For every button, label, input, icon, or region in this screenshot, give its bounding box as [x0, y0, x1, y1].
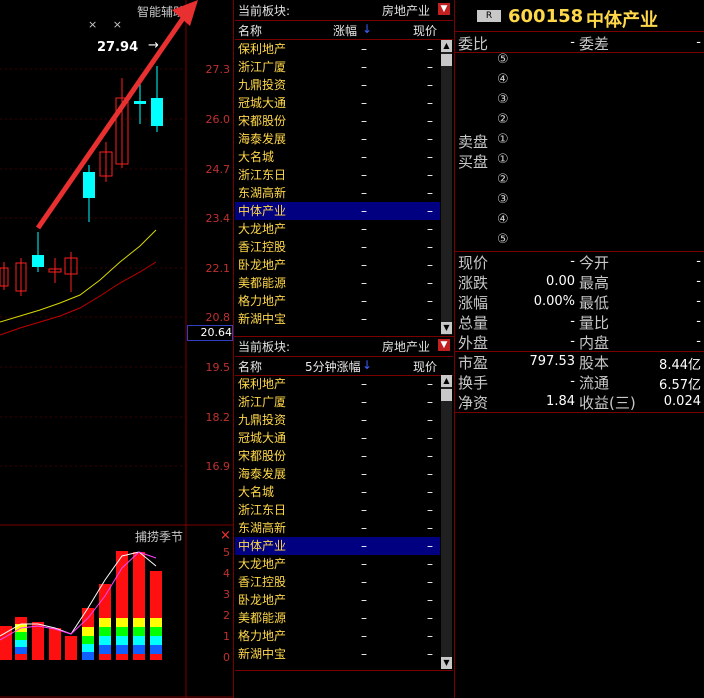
- scrollbar-track[interactable]: [441, 40, 452, 335]
- sort-desc-icon: ↓: [362, 22, 373, 36]
- scroll-down-icon[interactable]: ▼: [441, 657, 452, 669]
- list-item[interactable]: 格力地产 – –: [235, 627, 440, 645]
- sell-level: ①: [497, 132, 509, 147]
- candles: [0, 66, 163, 296]
- list-item[interactable]: 大名城 – –: [235, 148, 440, 166]
- sort-desc-icon: ↓: [362, 358, 373, 372]
- scroll-down-icon[interactable]: ▼: [441, 322, 452, 334]
- r-badge: R: [477, 10, 501, 22]
- list-item[interactable]: 卧龙地产 – –: [235, 256, 440, 274]
- sell-level: ⑤: [497, 52, 509, 67]
- list-item[interactable]: 浙江东日 – –: [235, 166, 440, 184]
- list-item[interactable]: 海泰发展 – –: [235, 130, 440, 148]
- grid-lines: [0, 68, 186, 467]
- list-item[interactable]: 东湖高新 – –: [235, 184, 440, 202]
- sector-name: 房地产业: [382, 340, 431, 354]
- list-item[interactable]: 大龙地产 – –: [235, 555, 440, 573]
- list-item[interactable]: 浙江广厦 – –: [235, 393, 440, 411]
- list-item[interactable]: 新湖中宝 – –: [235, 645, 440, 663]
- list-item-selected[interactable]: 中体产业 – –: [235, 202, 440, 220]
- quote-panel: R 600158 中体产业 委比 - 委差 - ⑤ ④ ③ ② ① 卖盘 买盘 …: [455, 0, 704, 698]
- list-item[interactable]: 海泰发展 – –: [235, 465, 440, 483]
- scroll-up-icon[interactable]: ▲: [441, 375, 452, 387]
- list-item[interactable]: 美都能源 – –: [235, 609, 440, 627]
- list-item[interactable]: 九鼎投资 – –: [235, 76, 440, 94]
- list-item[interactable]: 香江控股 – –: [235, 238, 440, 256]
- weibi-label: 委比: [458, 35, 489, 53]
- list-item[interactable]: 保利地产 – –: [235, 375, 440, 393]
- list-item[interactable]: 大龙地产 – –: [235, 220, 440, 238]
- scrollbar-thumb[interactable]: [441, 389, 452, 401]
- sector-list-bottom: 当前板块: 房地产业 ▼ 名称 5分钟涨幅 ↓ 现价 保利地产 – – 浙江广厦 – –…: [235, 337, 453, 698]
- list-item[interactable]: 保利地产 – –: [235, 40, 440, 58]
- sector-dropdown-icon[interactable]: ▼: [438, 339, 450, 351]
- list-item[interactable]: 香江控股 – –: [235, 573, 440, 591]
- list-item[interactable]: 九鼎投资 – –: [235, 411, 440, 429]
- buy-label: 买盘: [458, 153, 489, 171]
- list-item[interactable]: 宋都股份 – –: [235, 112, 440, 130]
- buy-level: ②: [497, 172, 509, 187]
- list-item[interactable]: 大名城 – –: [235, 483, 440, 501]
- col-change[interactable]: 涨幅: [333, 22, 357, 39]
- list-item[interactable]: 新湖中宝 – –: [235, 310, 440, 328]
- sector-head-label: 当前板块:: [238, 4, 291, 18]
- trend-arrow: [35, 0, 198, 230]
- sector-name: 房地产业: [382, 4, 431, 18]
- buy-level: ③: [497, 192, 509, 207]
- sell-level: ②: [497, 112, 509, 127]
- scrollbar-track[interactable]: [441, 375, 452, 669]
- buy-level: ⑤: [497, 232, 509, 247]
- list-item[interactable]: 卧龙地产 – –: [235, 591, 440, 609]
- sell-level: ③: [497, 92, 509, 107]
- kline-chart-panel[interactable]: 智能辅助 × × 27.94 → 27.3 26.0 24.7 23.4 22.…: [0, 0, 233, 698]
- stock-name: 中体产业: [586, 10, 658, 31]
- list-item[interactable]: 冠城大通 – –: [235, 429, 440, 447]
- sector-head-label: 当前板块:: [238, 340, 291, 354]
- list-item[interactable]: 美都能源 – –: [235, 274, 440, 292]
- buy-level: ①: [497, 152, 509, 167]
- list-item[interactable]: 冠城大通 – –: [235, 94, 440, 112]
- col-price[interactable]: 现价: [413, 358, 437, 375]
- list-item[interactable]: 东湖高新 – –: [235, 519, 440, 537]
- col-change[interactable]: 5分钟涨幅: [305, 358, 361, 375]
- list-item[interactable]: 浙江东日 – –: [235, 501, 440, 519]
- col-price[interactable]: 现价: [413, 22, 437, 39]
- stock-code: 600158: [508, 6, 584, 27]
- sector-list-top: 当前板块: 房地产业 ▼ 名称 涨幅 ↓ 现价 保利地产 – – 浙江广厦 – – 九鼎…: [235, 0, 453, 337]
- weicha-value: -: [696, 35, 701, 50]
- scrollbar-thumb[interactable]: [441, 54, 452, 66]
- sector-dropdown-icon[interactable]: ▼: [438, 3, 450, 15]
- indicator-bars: [0, 551, 162, 660]
- kline-svg: [0, 0, 233, 698]
- list-item[interactable]: 格力地产 – –: [235, 292, 440, 310]
- buy-level: ④: [497, 212, 509, 227]
- list-item-selected[interactable]: 中体产业 – –: [235, 537, 440, 555]
- sell-level: ④: [497, 72, 509, 87]
- ma-line-red: [0, 261, 157, 336]
- weicha-label: 委差: [579, 35, 610, 53]
- sell-label: 卖盘: [458, 133, 489, 151]
- weibi-value: -: [570, 35, 575, 50]
- list-item[interactable]: 宋都股份 – –: [235, 447, 440, 465]
- col-name[interactable]: 名称: [238, 358, 262, 375]
- list-item[interactable]: 浙江广厦 – –: [235, 58, 440, 76]
- scroll-up-icon[interactable]: ▲: [441, 40, 452, 52]
- col-name[interactable]: 名称: [238, 22, 262, 39]
